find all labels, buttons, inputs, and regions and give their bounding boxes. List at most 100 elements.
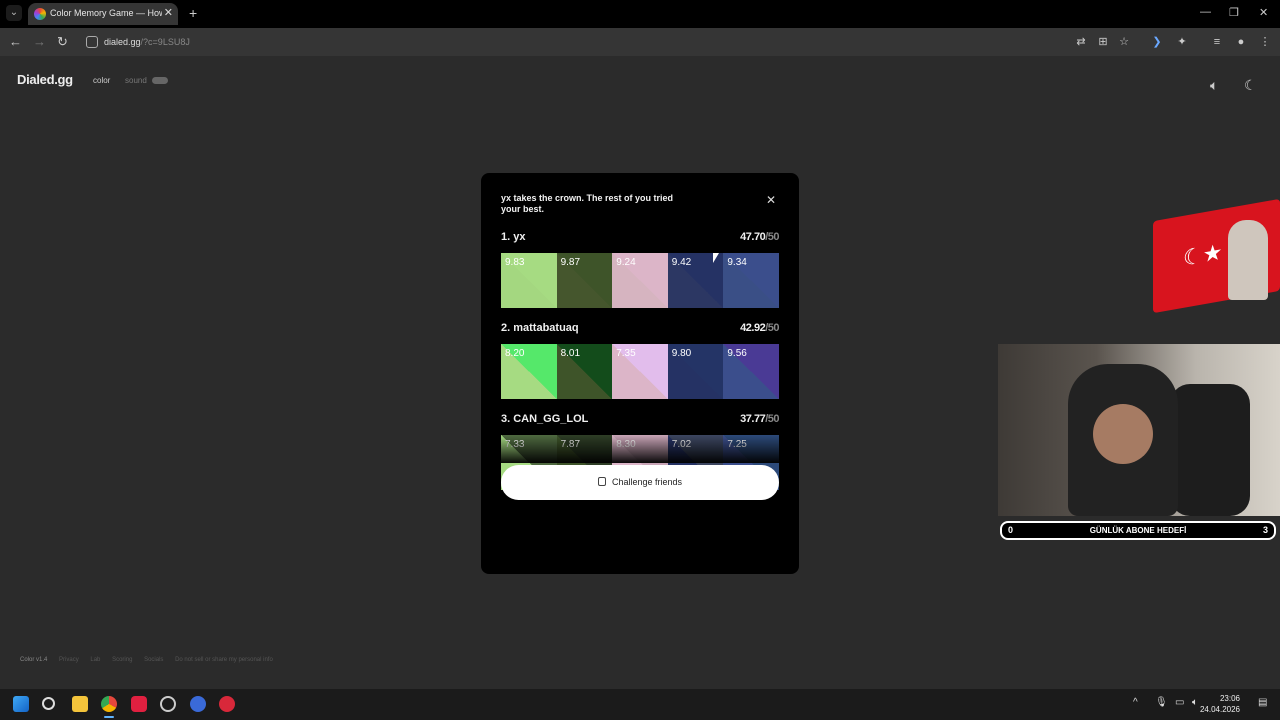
window-close-icon[interactable]: ✕ — [1259, 6, 1268, 19]
microphone-icon[interactable]: 🎙︎ — [1155, 697, 1168, 708]
nav-color-link[interactable]: color — [93, 76, 110, 85]
copy-icon — [597, 477, 606, 486]
tab-close-icon[interactable]: ✕ — [164, 6, 173, 19]
player-name: 3. CAN_GG_LOL — [501, 413, 589, 425]
bookmark-star-icon[interactable]: ☆ — [1117, 35, 1131, 49]
footer-lab-link[interactable]: Lab — [90, 657, 100, 663]
new-tab-icon[interactable]: + — [189, 5, 197, 21]
browser-tab-bar: ⌄ Color Memory Game — How W ✕ + — ❐ ✕ — [0, 0, 1280, 28]
score-value: 42.92 — [740, 322, 766, 334]
file-explorer-icon[interactable] — [72, 696, 88, 712]
color-swatch: 9.34 — [723, 253, 779, 308]
swatch-score: 8.01 — [560, 348, 581, 359]
windows-taskbar: ^ 🎙︎ ▭ 🔈︎ 23:06 24.04.2026 ▤ — [0, 689, 1280, 720]
color-swatch: 9.80 — [667, 344, 724, 399]
clock-date: 24.04.2026 — [1199, 705, 1240, 714]
clock-time: 23:06 — [1219, 694, 1240, 703]
subscriber-goal-bar: 0 GÜNLÜK ABONE HEDEFİ 3 — [1000, 521, 1276, 540]
score-max: /50 — [765, 322, 779, 334]
favicon-icon — [34, 8, 46, 20]
swatch-score: 9.42 — [671, 257, 692, 268]
modal-close-icon[interactable]: ✕ — [766, 193, 776, 207]
forward-icon[interactable]: → — [33, 34, 46, 49]
webcam-face — [1093, 404, 1153, 464]
steam-icon[interactable] — [160, 696, 176, 712]
start-icon[interactable] — [13, 696, 29, 712]
color-swatch: 9.87 — [556, 253, 613, 308]
swatch-score: 9.24 — [616, 257, 636, 268]
extensions-icon[interactable]: ✦ — [1175, 35, 1189, 49]
nav-sound-link[interactable]: sound — [125, 76, 147, 85]
footer-version: Color v1.4 — [20, 657, 48, 663]
color-swatch: 8.01 — [556, 344, 613, 399]
swatch-score: 7.35 — [616, 348, 636, 359]
browser-tab[interactable]: Color Memory Game — How W ✕ — [28, 3, 178, 25]
challenge-friends-button[interactable]: Challenge friends — [501, 465, 779, 500]
swatch-score: 8.20 — [505, 348, 525, 359]
mouse-cursor-icon — [713, 253, 719, 263]
swatch-score: 9.87 — [560, 257, 581, 268]
reload-icon[interactable]: ↻ — [57, 34, 68, 50]
install-app-icon[interactable]: ⊞ — [1096, 35, 1110, 49]
browser-menu-icon[interactable]: ⋮ — [1258, 35, 1272, 49]
player-name: 1. yx — [501, 231, 526, 243]
extension-accent-icon[interactable]: ❯ — [1150, 35, 1164, 49]
app-red-icon[interactable] — [219, 696, 235, 712]
player-name: 2. mattabatuaq — [501, 322, 579, 334]
tab-title: Color Memory Game — How W — [50, 8, 162, 18]
opera-icon[interactable] — [131, 696, 147, 712]
system-clock[interactable]: 23:06 24.04.2026 — [1200, 693, 1240, 715]
color-swatch: 9.83 — [501, 253, 557, 308]
modal-heading: yx takes the crown. The rest of you trie… — [501, 193, 674, 214]
profile-icon[interactable]: ● — [1234, 35, 1248, 49]
swatch-row: 8.20 8.01 7.35 9.80 9.56 — [501, 344, 779, 399]
color-swatch: 7.35 — [612, 344, 668, 399]
results-modal: yx takes the crown. The rest of you trie… — [481, 173, 799, 574]
speaker-icon[interactable]: 🔈︎ — [1192, 697, 1198, 708]
url-path: /?c=9LSU8J — [140, 37, 190, 47]
site-info-icon[interactable] — [86, 36, 98, 48]
minimize-icon[interactable]: — — [1200, 6, 1211, 18]
score-max: /50 — [765, 413, 779, 425]
sub-goal-title: GÜNLÜK ABONE HEDEFİ — [1089, 526, 1187, 535]
notifications-icon[interactable]: ▤ — [1258, 697, 1267, 708]
app-icon[interactable] — [190, 696, 206, 712]
site-logo[interactable]: Dialed.gg — [17, 72, 73, 87]
chrome-icon[interactable] — [101, 696, 117, 712]
webcam-chair — [1170, 384, 1250, 516]
score-max: /50 — [765, 231, 779, 243]
footer-privacy-optout-link[interactable]: Do not sell or share my personal info — [175, 657, 273, 663]
back-icon[interactable]: ← — [9, 34, 22, 49]
color-swatch: 9.56 — [723, 344, 779, 399]
footer-socials-link[interactable]: Socials — [144, 657, 163, 663]
footer-privacy-link[interactable]: Privacy — [59, 657, 79, 663]
volume-icon[interactable]: 🔈︎ — [1210, 77, 1218, 94]
footer-scoring-link[interactable]: Scoring — [112, 657, 132, 663]
translate-icon[interactable]: ⇄ — [1074, 35, 1088, 49]
portrait-image — [1228, 220, 1268, 300]
player-score: 47.70/50 — [740, 231, 779, 243]
search-icon[interactable] — [42, 697, 55, 710]
swatch-score: 9.56 — [727, 348, 747, 359]
color-swatch: 9.24 — [612, 253, 668, 308]
player-score: 37.77/50 — [740, 413, 779, 425]
color-swatch: 8.20 — [501, 344, 557, 399]
webcam-feed — [998, 344, 1280, 516]
url-host: dialed.gg — [104, 37, 141, 47]
swatch-score: 9.34 — [727, 257, 747, 268]
restore-icon[interactable]: ❐ — [1229, 6, 1239, 19]
sub-goal-target: 3 — [1262, 525, 1268, 535]
browser-toolbar: ← → ↻ dialed.gg/?c=9LSU8J ⇄ ⊞ ☆ ❯ ✦ ≡ ● … — [0, 28, 1280, 56]
media-controls-icon[interactable]: ≡ — [1210, 35, 1224, 49]
active-app-indicator — [104, 716, 114, 718]
tray-chevron-icon[interactable]: ^ — [1133, 697, 1138, 708]
challenge-friends-label: Challenge friends — [611, 477, 683, 487]
score-value: 37.77 — [740, 413, 766, 425]
score-value: 47.70 — [740, 231, 766, 243]
list-fade-overlay — [501, 435, 779, 463]
address-bar[interactable]: dialed.gg/?c=9LSU8J — [104, 37, 190, 47]
network-icon[interactable]: ▭ — [1175, 697, 1184, 708]
swatch-score: 9.83 — [505, 257, 525, 268]
tab-search-menu-icon[interactable]: ⌄ — [6, 5, 22, 21]
dark-mode-moon-icon[interactable]: ☾ — [1244, 77, 1257, 94]
